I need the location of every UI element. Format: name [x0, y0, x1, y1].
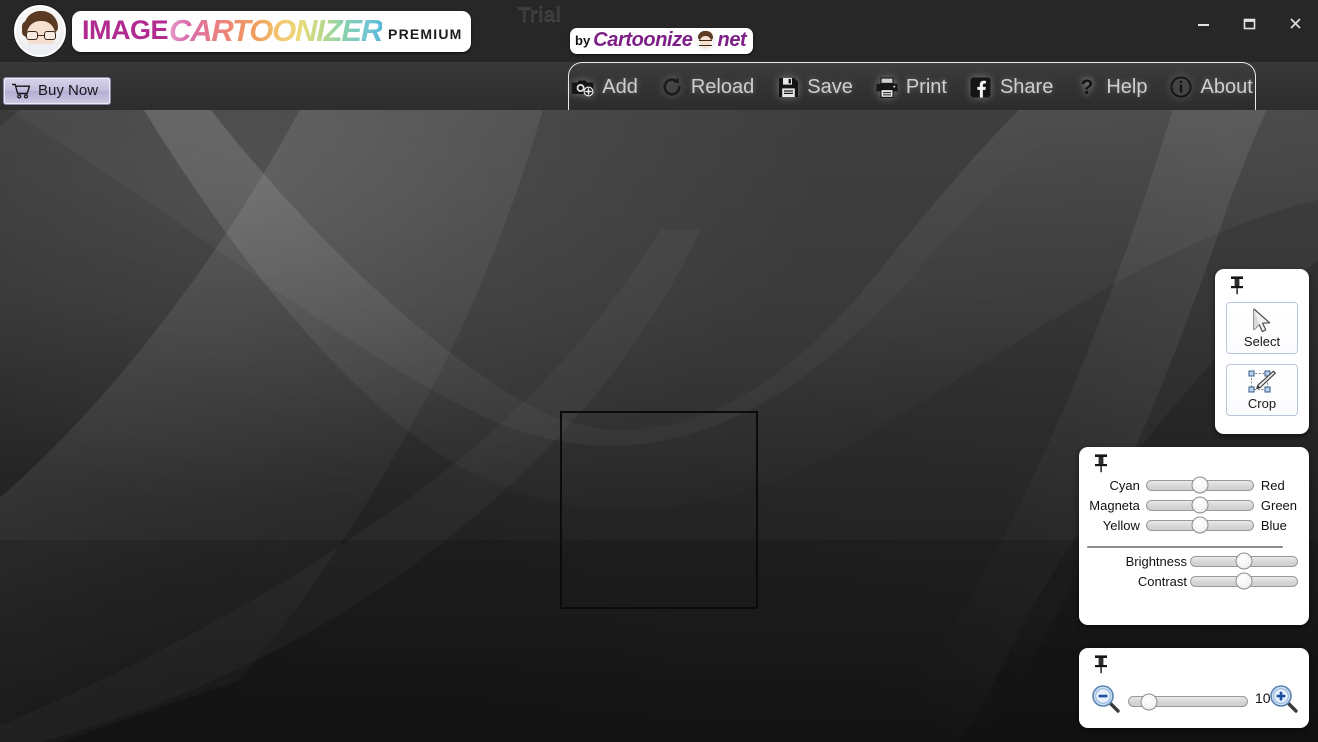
toolbar-button-share[interactable]: Share [959, 73, 1063, 102]
main-toolbar: Add Reload Save Print Share ? Help About [568, 62, 1256, 111]
toolbar-button-reload[interactable]: Reload [650, 73, 764, 102]
toolbar-label-print: Print [905, 75, 947, 98]
facebook-icon [969, 76, 993, 98]
slider-thumb-cyan-red[interactable] [1191, 476, 1209, 494]
camera-add-icon [571, 76, 595, 98]
byline-name: Cartoonize [593, 29, 693, 51]
slider-thumb-magenta-green[interactable] [1191, 496, 1209, 514]
slider-thumb-yellow-blue[interactable] [1191, 516, 1209, 534]
zoom-panel: 100% [1079, 648, 1309, 728]
color-sliders: Cyan Red Magneta Green Yellow Blue [1087, 475, 1301, 535]
toolbar-button-help[interactable]: ? Help [1065, 73, 1157, 102]
pushpin-icon[interactable] [1092, 453, 1110, 473]
color-adjust-panel: Cyan Red Magneta Green Yellow Blue Brigh… [1079, 447, 1309, 625]
toolbar-label-add: Add [602, 75, 638, 98]
shopping-cart-icon [12, 83, 31, 99]
byline-tld: net [717, 29, 747, 51]
app-logo: IMAGE CARTOONIZER PREMIUM [14, 5, 471, 57]
slider-label-brightness: Brightness [1125, 553, 1187, 569]
slider-right-label-blue: Blue [1260, 517, 1287, 533]
floppy-disk-icon [776, 76, 800, 98]
slider-left-label-yellow: Yellow [1102, 517, 1140, 533]
maximize-icon[interactable] [1226, 0, 1272, 46]
wordmark-premium: PREMIUM [388, 26, 463, 42]
slider-left-label-cyan: Cyan [1109, 477, 1140, 493]
toolbar-label-about: About [1200, 75, 1253, 98]
byline[interactable]: by Cartoonize net [570, 28, 754, 54]
selection-rectangle[interactable] [560, 411, 758, 609]
info-circle-icon [1169, 76, 1193, 98]
slider-row-yellow-blue: Yellow Blue [1087, 515, 1301, 535]
wordmark-cartoonizer: CARTOONIZER [169, 12, 383, 48]
slider-label-contrast: Contrast [1137, 573, 1187, 589]
reload-icon [660, 76, 684, 98]
zoom-slider-thumb[interactable] [1140, 693, 1158, 710]
toolbar-button-save[interactable]: Save [766, 73, 863, 102]
toolbar-label-save: Save [807, 75, 853, 98]
slider-thumb-brightness[interactable] [1235, 552, 1253, 570]
application-window: IMAGE CARTOONIZER PREMIUM Trial by Carto… [0, 0, 1318, 742]
close-icon[interactable] [1272, 0, 1318, 46]
buy-now-button[interactable]: Buy Now [3, 77, 112, 105]
slider-row-contrast: Contrast [1087, 571, 1301, 591]
slider-track-contrast[interactable] [1190, 572, 1298, 590]
slider-track-brightness[interactable] [1190, 552, 1298, 570]
crop-pen-icon [1247, 368, 1277, 396]
slider-left-label-magenta: Magneta [1089, 497, 1140, 513]
pushpin-icon[interactable] [1228, 275, 1246, 295]
toolbar-label-help: Help [1106, 75, 1148, 98]
cursor-arrow-icon [1249, 306, 1275, 334]
magnifier-plus-icon[interactable] [1269, 684, 1299, 714]
pushpin-icon[interactable] [1092, 654, 1110, 674]
magnifier-minus-icon[interactable] [1091, 684, 1121, 714]
slider-track-magenta-green[interactable] [1145, 496, 1254, 514]
zoom-slider-track[interactable] [1128, 693, 1248, 710]
tools-panel: Select Crop [1215, 269, 1309, 434]
slider-track-cyan-red[interactable] [1145, 476, 1254, 494]
buy-now-label: Buy Now [38, 82, 99, 99]
cartoon-avatar-icon [14, 5, 66, 57]
slider-right-label-green: Green [1260, 497, 1298, 513]
toolbar-button-about[interactable]: About [1159, 73, 1262, 102]
slider-track-yellow-blue[interactable] [1145, 516, 1254, 534]
slider-row-magenta-green: Magneta Green [1087, 495, 1301, 515]
toolbar-label-reload: Reload [690, 75, 755, 98]
image-canvas[interactable]: Select Crop Cyan Red Magneta Green Yello… [0, 110, 1318, 742]
toolbar-button-add[interactable]: Add [561, 73, 648, 102]
toolbar-label-share: Share [999, 75, 1054, 98]
minimize-icon[interactable] [1180, 0, 1226, 46]
slider-row-brightness: Brightness [1087, 551, 1301, 571]
question-mark-icon: ? [1075, 76, 1099, 98]
panel-divider [1087, 546, 1283, 548]
tool-label-select: Select [1243, 334, 1281, 349]
svg-text:?: ? [1081, 76, 1094, 98]
cartoon-avatar-small-icon [694, 30, 716, 51]
wordmark-image: IMAGE [82, 15, 169, 45]
byline-prefix: by [575, 33, 591, 48]
tool-label-crop: Crop [1247, 396, 1277, 411]
tool-button-crop[interactable]: Crop [1226, 364, 1298, 416]
printer-icon [875, 76, 899, 98]
wordmark: IMAGE CARTOONIZER PREMIUM [72, 10, 471, 52]
trial-badge: Trial [518, 3, 562, 26]
slider-thumb-contrast[interactable] [1235, 572, 1253, 590]
slider-right-label-red: Red [1260, 477, 1285, 493]
tool-button-select[interactable]: Select [1226, 302, 1298, 354]
title-bar: IMAGE CARTOONIZER PREMIUM Trial by Carto… [0, 0, 1318, 62]
toolbar-button-print[interactable]: Print [865, 73, 957, 102]
slider-row-cyan-red: Cyan Red [1087, 475, 1301, 495]
adjustment-sliders: Brightness Contrast [1087, 551, 1301, 591]
window-controls [1180, 0, 1318, 46]
